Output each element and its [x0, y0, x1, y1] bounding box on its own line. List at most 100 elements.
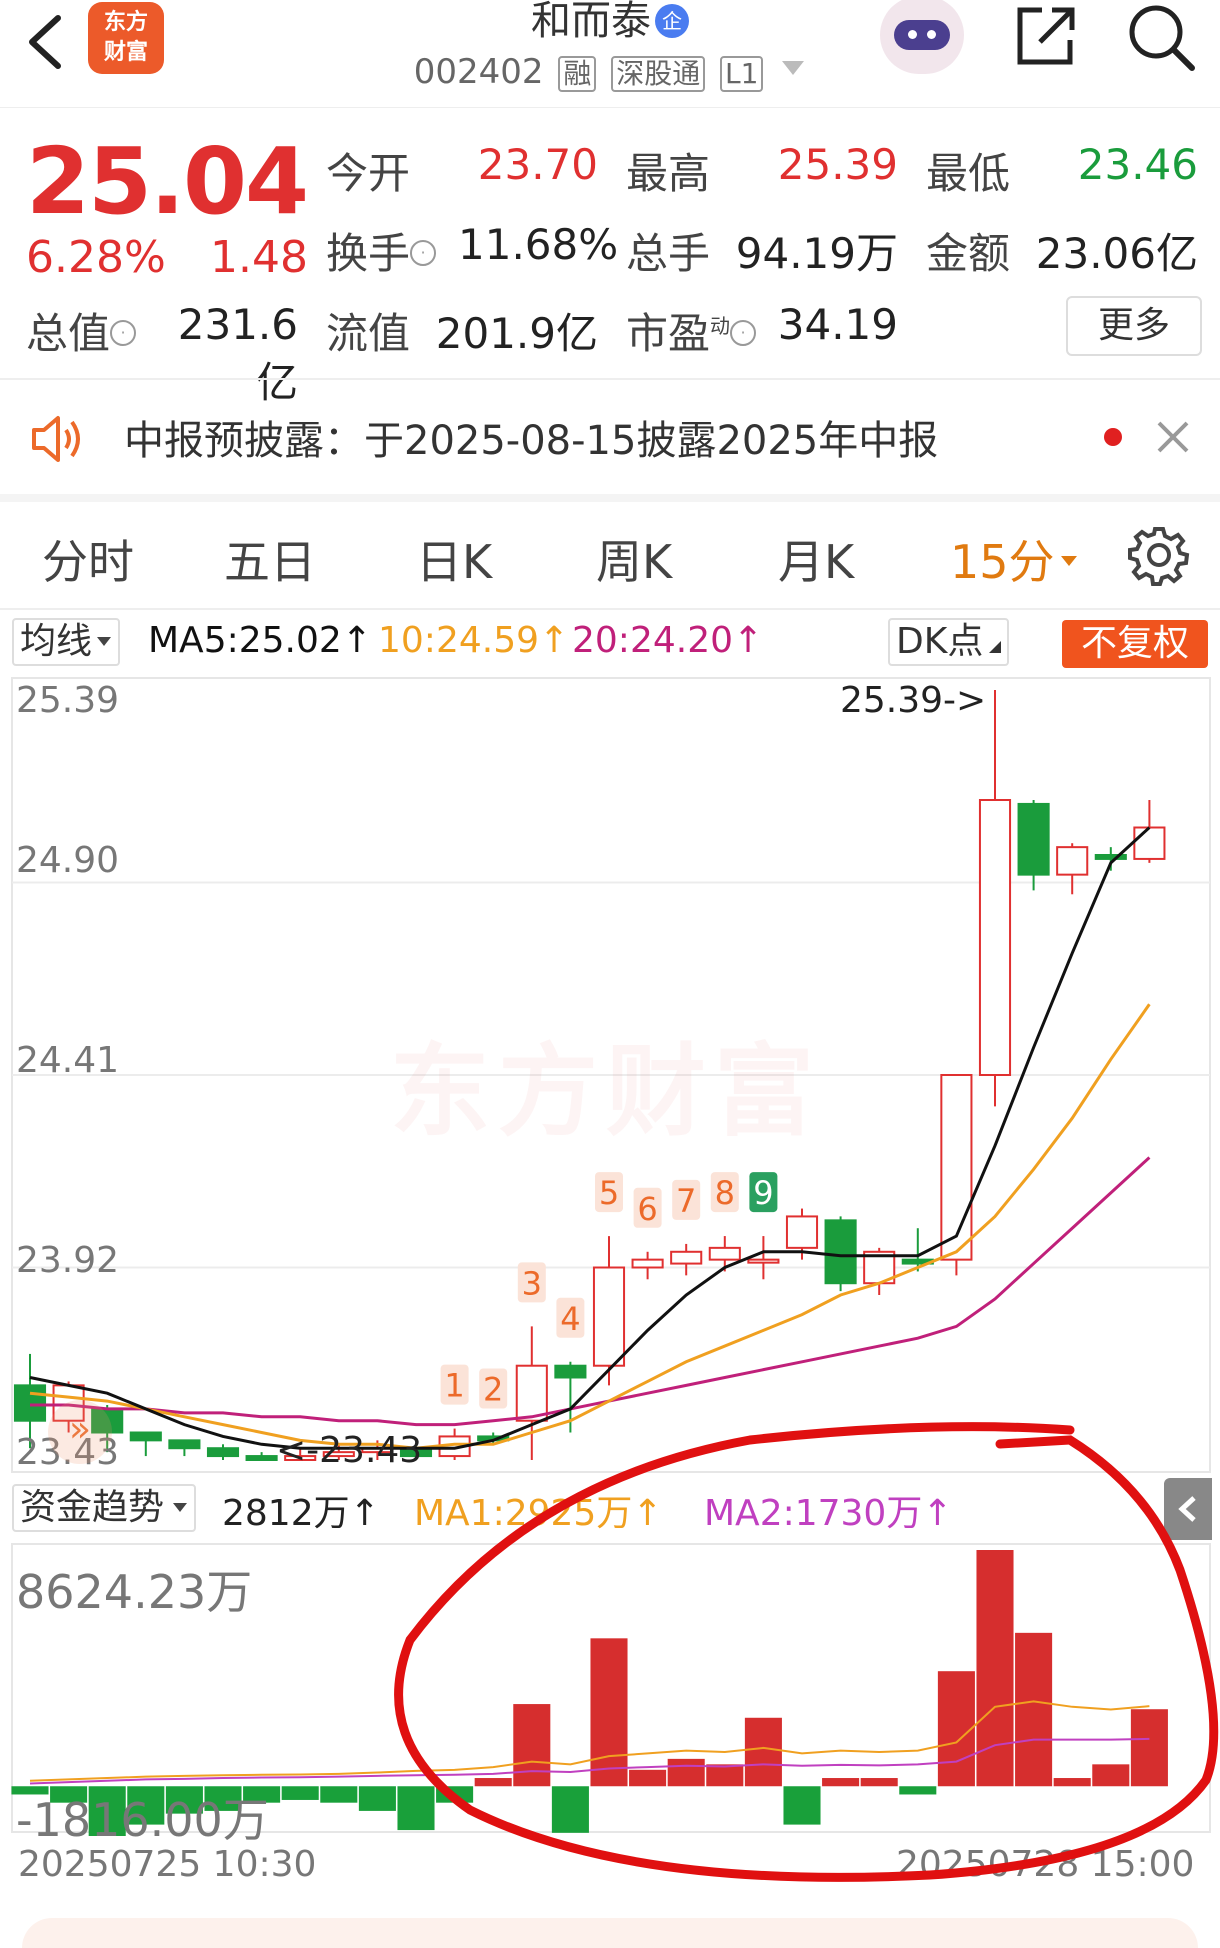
info-icon[interactable]: · — [410, 240, 437, 266]
robot-icon[interactable] — [880, 0, 964, 74]
td-count-label: 5 — [599, 1174, 619, 1212]
legend-ma20: 20:24.20↑ — [572, 620, 764, 661]
float-label: 流值 — [326, 309, 411, 358]
dropdown-caret-icon — [97, 637, 112, 646]
tab-five-day[interactable]: 五日 — [224, 526, 316, 592]
tag-margin: 融 — [558, 56, 597, 92]
divider — [0, 378, 1220, 380]
legend-ma10: 10:24.59↑ — [378, 620, 570, 661]
float-value: 201.9亿 — [435, 309, 598, 358]
dropdown-caret-icon — [173, 1503, 188, 1512]
watermark: 东方财富 — [390, 1033, 822, 1150]
open-label: 今开 — [326, 149, 411, 198]
td-count-label: 1 — [444, 1367, 464, 1405]
candle-body — [515, 1364, 548, 1422]
tab-month-k[interactable]: 月K — [778, 526, 854, 592]
mktcap-label[interactable]: 总值 · — [26, 300, 137, 361]
candle-body — [708, 1246, 741, 1261]
candle-body — [129, 1431, 162, 1442]
fund-bar — [320, 1786, 358, 1803]
enterprise-badge: 企 — [655, 4, 689, 38]
td-count-label: 6 — [637, 1190, 657, 1228]
dk-point-button[interactable]: DK点 — [888, 618, 1010, 666]
tag-connect: 深股通 — [611, 56, 706, 92]
close-icon[interactable] — [1156, 420, 1190, 454]
candle-body — [1017, 802, 1050, 876]
top-header: 东方 财富 和而泰企 002402 融 深股通 L1 — [0, 0, 1220, 108]
price-axis-label: 23.92 — [16, 1240, 120, 1281]
price-axis-label: 24.41 — [16, 1040, 120, 1081]
corner-caret-icon — [989, 641, 1002, 653]
more-button[interactable]: 更多 — [1066, 296, 1202, 356]
pe-label[interactable]: 市盈动 · — [626, 300, 757, 361]
fund-trend-value: 2812万↑ — [222, 1493, 380, 1534]
info-icon[interactable]: · — [730, 320, 757, 346]
fund-trend-selector[interactable]: 资金趋势 — [12, 1484, 197, 1532]
low-label: 最低 — [926, 149, 1011, 198]
fund-axis-top: 8624.23万 — [16, 1565, 253, 1619]
candle-body — [747, 1258, 780, 1264]
high-marker: 25.39-> — [840, 680, 987, 721]
candle-body — [554, 1364, 587, 1379]
candle-body — [1056, 846, 1089, 876]
dropdown-caret-icon — [1060, 556, 1077, 566]
candle-body — [631, 1258, 664, 1269]
high-value: 25.39 — [777, 140, 898, 189]
candle-body — [1133, 826, 1166, 860]
fund-bar — [281, 1786, 319, 1800]
ma-selector[interactable]: 均线 — [12, 618, 121, 666]
pe-superscript: 动 — [710, 314, 731, 338]
mktcap-value: 231.6亿 — [177, 300, 298, 407]
tab-15min[interactable]: 15分 — [950, 526, 1079, 592]
candle-body — [245, 1455, 278, 1461]
candle-body — [824, 1219, 857, 1285]
unread-dot — [1104, 428, 1122, 446]
tab-day-k[interactable]: 日K — [416, 526, 492, 592]
stock-code: 002402 — [413, 52, 544, 92]
expand-left-icon[interactable]: » — [48, 1400, 112, 1464]
change-amount: 1.48 — [210, 232, 308, 283]
current-price: 25.04 — [26, 128, 309, 235]
search-icon[interactable] — [1126, 0, 1198, 72]
pe-value: 34.19 — [777, 300, 898, 349]
candle-body — [592, 1266, 626, 1367]
share-icon[interactable] — [1012, 4, 1078, 68]
speaker-icon — [32, 416, 80, 462]
candle-body — [1094, 854, 1127, 860]
candle-body — [940, 1074, 973, 1261]
gear-icon[interactable] — [1128, 524, 1190, 586]
tab-minute[interactable]: 分时 — [42, 526, 134, 592]
turnover-value: 11.68% — [458, 220, 619, 269]
amount-label: 金额 — [926, 229, 1011, 278]
td-count-label: 7 — [676, 1182, 696, 1220]
tab-week-k[interactable]: 周K — [596, 526, 672, 592]
dropdown-caret-icon[interactable] — [780, 59, 806, 79]
td-count-label: 3 — [522, 1264, 542, 1302]
no-adjust-button[interactable]: 不复权 — [1062, 620, 1208, 668]
td-count-label: 9 — [753, 1174, 773, 1212]
tag-level: L1 — [720, 56, 764, 92]
info-icon[interactable]: · — [110, 320, 137, 346]
low-value: 23.46 — [1077, 140, 1198, 189]
time-axis-start: 20250725 10:30 — [18, 1844, 317, 1885]
fund-axis-bottom: -1816.00万 — [16, 1793, 269, 1847]
open-value: 23.70 — [477, 140, 598, 189]
candle-body — [13, 1384, 47, 1422]
price-axis-label: 24.90 — [16, 840, 120, 881]
candle-body — [168, 1439, 201, 1450]
td-count-label: 8 — [715, 1174, 735, 1212]
volume-label: 总手 — [626, 229, 711, 278]
price-axis-label: 25.39 — [16, 680, 120, 721]
ma20-line — [30, 1156, 1151, 1427]
high-label: 最高 — [626, 149, 711, 198]
candle-body — [670, 1250, 703, 1265]
turnover-label[interactable]: 换手 · — [326, 220, 437, 281]
divider — [0, 608, 1220, 610]
notice-text[interactable]: 中报预披露：于2025-08-15披露2025年中报 — [124, 408, 938, 466]
bottom-card[interactable] — [22, 1918, 1198, 1948]
candle-body — [785, 1215, 819, 1249]
td-count-label: 4 — [560, 1300, 580, 1338]
candle-body — [978, 799, 1012, 1076]
legend-ma5: MA5:25.02↑ — [148, 620, 372, 661]
annotation-circle — [394, 1422, 1219, 1882]
